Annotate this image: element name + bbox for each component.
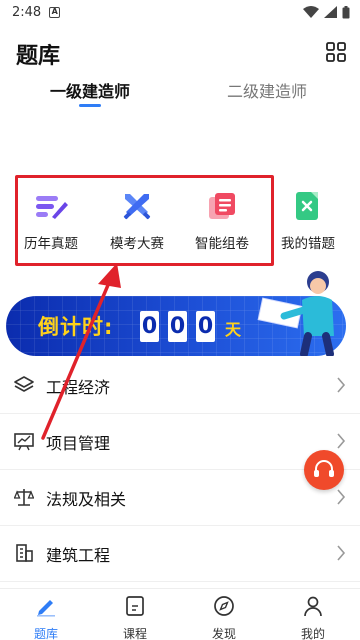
- subject-row-building[interactable]: 建筑工程: [0, 526, 360, 582]
- layers-icon: [14, 376, 34, 392]
- tool-mock-contest[interactable]: 模考大赛: [95, 190, 179, 252]
- exam-level-tabs: 一级建造师 二级建造师: [0, 72, 360, 112]
- tab-level-1[interactable]: 一级建造师: [50, 78, 130, 102]
- countdown-unit: 天: [225, 320, 242, 339]
- notification-a-icon: A: [49, 6, 61, 18]
- tool-past-exams[interactable]: 历年真题: [9, 190, 93, 252]
- headset-icon: [314, 460, 334, 477]
- nav-label: 我的: [300, 627, 325, 640]
- chevron-right-icon: [337, 489, 346, 505]
- nav-label: 题库: [33, 627, 58, 640]
- compass-icon: [214, 596, 234, 616]
- header: 题库: [0, 30, 360, 76]
- chevron-right-icon: [337, 377, 346, 393]
- chart-board-icon: [14, 433, 34, 451]
- subject-row-economy[interactable]: 工程经济: [0, 358, 360, 414]
- nav-courses[interactable]: 课程: [105, 595, 165, 640]
- subject-label: 建筑工程: [46, 546, 111, 565]
- nav-label: 课程: [122, 627, 147, 640]
- bottom-navigation: 题库 课程 发现 我的: [0, 588, 360, 640]
- tool-label: 历年真题: [24, 236, 78, 252]
- grid-menu-icon[interactable]: [326, 42, 346, 62]
- pencil-icon: [37, 600, 55, 617]
- countdown-label: 倒计时:: [38, 315, 114, 339]
- chevron-right-icon: [337, 433, 346, 449]
- page-title: 题库: [16, 44, 61, 69]
- tool-label: 模考大赛: [110, 236, 164, 252]
- building-icon: [16, 544, 33, 562]
- status-bar: 2:48 A: [0, 0, 360, 24]
- crossed-swords-icon: [123, 194, 151, 220]
- tab-active-indicator: [79, 104, 101, 107]
- tool-label: 我的错题: [281, 236, 335, 252]
- countdown-digit: 0: [168, 311, 187, 342]
- battery-icon: [342, 5, 350, 18]
- tool-smart-paper[interactable]: 智能组卷: [180, 190, 264, 252]
- scales-icon: [14, 489, 34, 506]
- subject-label: 工程经济: [46, 378, 111, 397]
- tool-shortcuts: 历年真题 模考大赛 智能组卷 我的错题: [0, 190, 360, 260]
- pen-lines-icon: [36, 196, 68, 219]
- signal-icon: [324, 6, 337, 18]
- student-illustration-icon: [257, 271, 334, 356]
- subject-label: 法规及相关: [46, 490, 127, 509]
- stacked-papers-icon: [209, 193, 235, 219]
- user-icon: [304, 596, 322, 617]
- customer-service-button[interactable]: [304, 450, 344, 490]
- nav-discover[interactable]: 发现: [194, 595, 254, 640]
- status-time: 2:48: [12, 4, 42, 20]
- tab-level-2[interactable]: 二级建造师: [227, 78, 307, 102]
- subject-label: 项目管理: [46, 434, 111, 453]
- countdown-digit: 0: [196, 311, 215, 342]
- tool-label: 智能组卷: [195, 236, 249, 252]
- error-book-icon: [296, 192, 318, 220]
- chevron-right-icon: [337, 545, 346, 561]
- nav-label: 发现: [211, 627, 236, 640]
- wifi-icon: [303, 6, 319, 18]
- countdown-digit: 0: [140, 311, 159, 342]
- nav-question-bank[interactable]: 题库: [16, 595, 76, 640]
- nav-profile[interactable]: 我的: [283, 595, 343, 640]
- course-book-icon: [126, 596, 144, 616]
- tool-my-errors[interactable]: 我的错题: [266, 190, 350, 252]
